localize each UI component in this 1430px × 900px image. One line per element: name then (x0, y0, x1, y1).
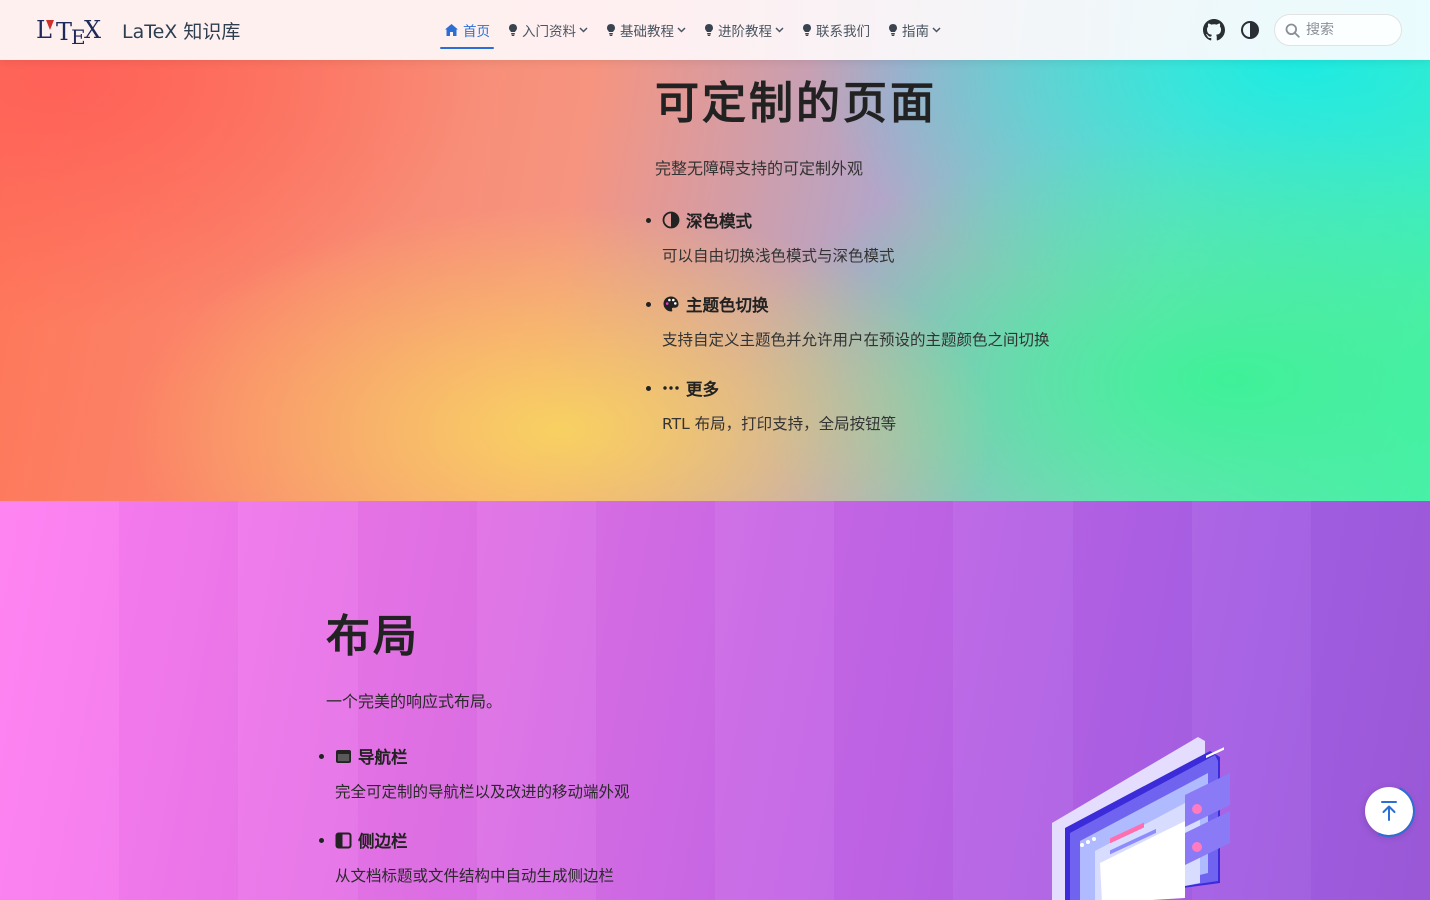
hero-custom-section: 可定制的页面 完整无障碍支持的可定制外观 深色模式 可以自由切换浅色模式与深色模… (0, 0, 1430, 501)
lightbulb-icon (607, 24, 615, 36)
nav-advanced-tutorial[interactable]: 进阶教程 (700, 14, 788, 46)
feature-title: 深色模式 (686, 212, 752, 231)
nav-home[interactable]: 首页 (440, 14, 494, 49)
feature-list: 深色模式 可以自由切换浅色模式与深色模式 主题色切换 支持自定义主题色并允许用户… (646, 208, 1050, 460)
layout-illustration (1052, 737, 1230, 900)
contrast-icon (662, 211, 680, 229)
section-description: 完整无障碍支持的可定制外观 (655, 159, 864, 178)
feature-description: 完全可定制的导航栏以及改进的移动端外观 (335, 783, 630, 801)
feature-title: 侧边栏 (358, 832, 408, 851)
palette-icon (663, 296, 679, 312)
nav-getting-started[interactable]: 入门资料 (504, 14, 592, 46)
list-item: 导航栏 完全可定制的导航栏以及改进的移动端外观 (319, 744, 630, 802)
feature-description: 从文档标题或文件结构中自动生成侧边栏 (335, 867, 615, 885)
feature-title: 主题色切换 (686, 296, 769, 315)
chevron-down-icon (775, 27, 784, 33)
nav-label: 进阶教程 (718, 24, 772, 40)
nav-label: 入门资料 (522, 24, 576, 40)
feature-description: 支持自定义主题色并允许用户在预设的主题颜色之间切换 (662, 331, 1050, 349)
chevron-down-icon (579, 27, 588, 33)
search-icon (1285, 23, 1300, 38)
search-input[interactable] (1306, 22, 1396, 38)
feature-title: 导航栏 (358, 748, 408, 767)
list-item: 主题色切换 支持自定义主题色并允许用户在预设的主题颜色之间切换 (646, 292, 1050, 350)
feature-description: RTL 布局，打印支持，全局按钮等 (662, 415, 897, 433)
search-box[interactable] (1274, 14, 1402, 46)
feature-list: 导航栏 完全可定制的导航栏以及改进的移动端外观 侧边栏 从文档标题或文件结构中自… (319, 744, 630, 900)
svg-text:X: X (84, 16, 101, 44)
chevron-down-icon (932, 27, 941, 33)
section-title: 布局 (326, 611, 420, 662)
lightbulb-icon (889, 24, 897, 36)
latex-logo: L T E X (36, 16, 101, 45)
arrow-up-icon (1381, 801, 1397, 821)
ellipsis-icon (663, 386, 679, 390)
nav-label: 指南 (902, 24, 929, 40)
site-name: LaTeX 知识库 (122, 20, 241, 43)
home-icon (445, 24, 458, 36)
section-description: 一个完美的响应式布局。 (326, 692, 503, 711)
github-link[interactable] (1202, 18, 1226, 42)
nav-basic-tutorial[interactable]: 基础教程 (602, 14, 690, 46)
navbar: L T E X LaTeX 知识库 首页 入门资料 基础教程 进阶教程 联系我们… (0, 0, 1430, 60)
lightbulb-icon (705, 24, 713, 36)
lightbulb-icon (509, 24, 517, 36)
list-item: 更多 RTL 布局，打印支持，全局按钮等 (646, 376, 1050, 434)
nav-label: 基础教程 (620, 24, 674, 40)
site-brand-link[interactable]: L T E X LaTeX 知识库 (36, 14, 240, 46)
sidebar-icon (335, 832, 352, 848)
back-to-top-button[interactable] (1365, 787, 1413, 835)
feature-description: 可以自由切换浅色模式与深色模式 (662, 247, 895, 265)
chevron-down-icon (677, 27, 686, 33)
svg-text:T: T (56, 18, 72, 45)
nav-label: 联系我们 (816, 24, 870, 40)
section-title: 可定制的页面 (655, 78, 937, 129)
contrast-icon (1241, 21, 1259, 39)
nav-guide[interactable]: 指南 (884, 14, 945, 46)
list-item: 侧边栏 从文档标题或文件结构中自动生成侧边栏 (319, 828, 630, 886)
hero-layout-section: 布局 一个完美的响应式布局。 导航栏 完全可定制的导航栏以及改进的移动端外观 侧… (0, 501, 1430, 900)
window-icon (336, 749, 351, 763)
feature-title: 更多 (686, 380, 719, 399)
navbar-actions (1202, 14, 1402, 46)
list-item: 深色模式 可以自由切换浅色模式与深色模式 (646, 208, 1050, 266)
github-icon (1203, 19, 1225, 41)
theme-toggle-button[interactable] (1238, 18, 1262, 42)
main-nav: 首页 入门资料 基础教程 进阶教程 联系我们 指南 (440, 0, 955, 60)
nav-label: 首页 (463, 24, 490, 40)
lightbulb-icon (803, 24, 811, 36)
nav-contact[interactable]: 联系我们 (798, 14, 874, 46)
